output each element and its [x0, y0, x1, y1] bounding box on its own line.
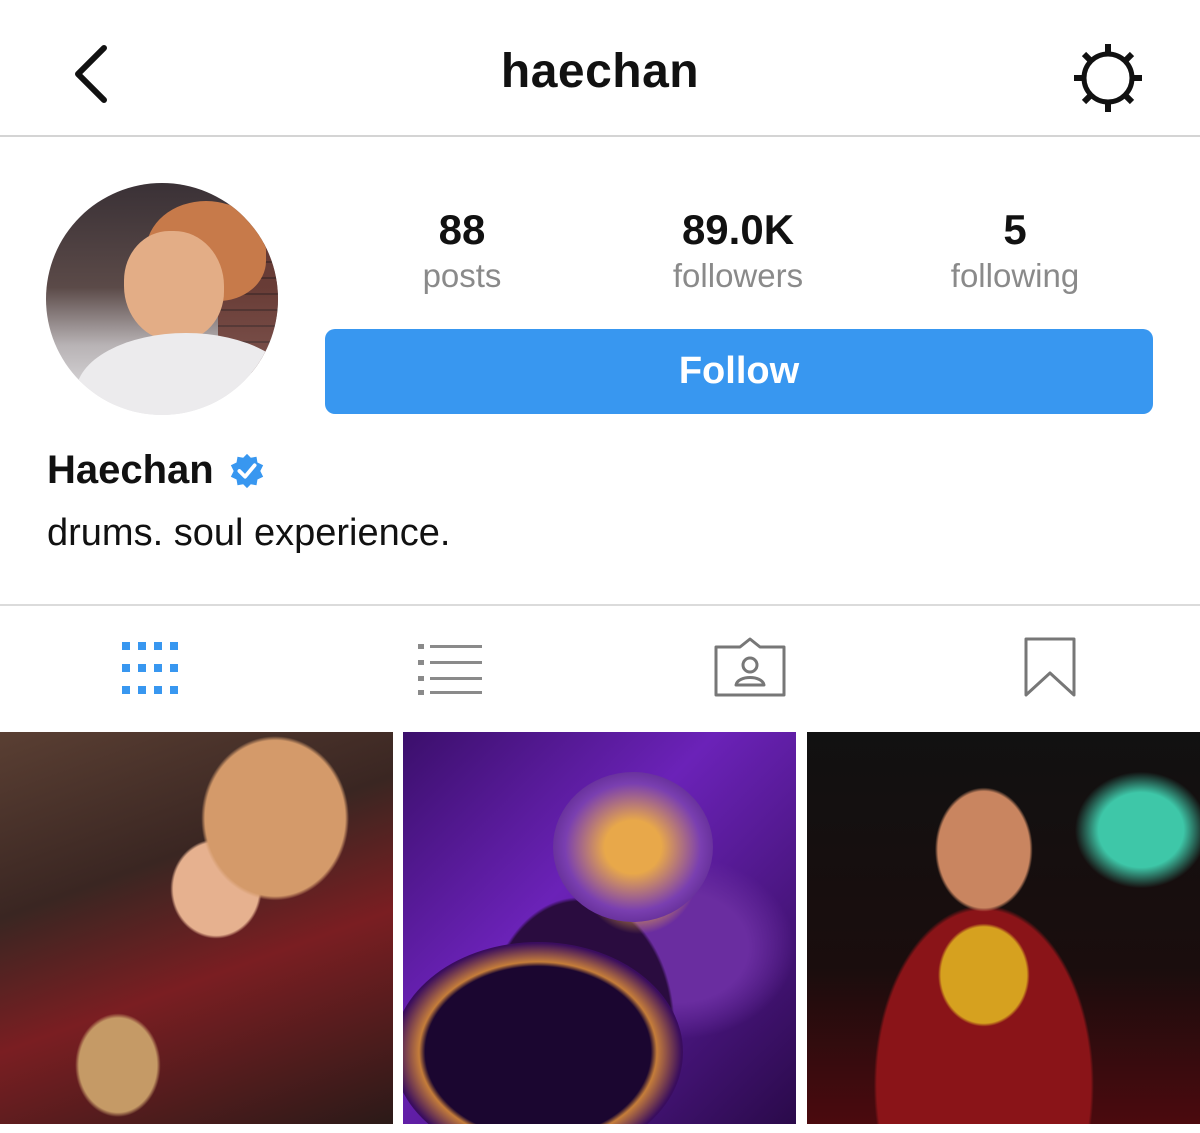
post-thumbnail[interactable]	[0, 732, 393, 1124]
tagged-icon	[714, 637, 786, 697]
tab-saved[interactable]	[900, 606, 1200, 730]
stat-posts[interactable]: 88 posts	[332, 206, 592, 298]
tab-tagged[interactable]	[600, 606, 900, 730]
drum-shape	[553, 772, 713, 922]
post-thumbnail[interactable]	[403, 732, 796, 1124]
verified-badge-icon	[230, 453, 263, 488]
posts-count: 88	[438, 206, 486, 253]
bookmark-icon	[1024, 637, 1076, 697]
stat-following[interactable]: 5 following	[885, 206, 1145, 298]
grid-icon	[122, 642, 178, 694]
tab-list[interactable]	[300, 606, 600, 730]
stat-followers[interactable]: 89.0K followers	[608, 206, 868, 298]
following-label: following	[950, 257, 1080, 294]
profile-bio: drums. soul experience.	[47, 512, 451, 554]
top-navigation-bar: haechan	[0, 0, 1200, 137]
drum-shape	[403, 942, 683, 1124]
display-name: Haechan	[47, 448, 214, 492]
profile-username-title: haechan	[500, 45, 700, 98]
posts-grid	[0, 732, 1200, 1124]
followers-label: followers	[672, 257, 804, 294]
post-thumbnail[interactable]	[807, 732, 1200, 1124]
avatar-shirt	[76, 333, 278, 415]
display-name-row: Haechan	[47, 448, 266, 493]
posts-label: posts	[422, 257, 502, 294]
followers-count: 89.0K	[681, 206, 795, 253]
tab-grid[interactable]	[0, 606, 300, 730]
profile-avatar[interactable]	[46, 183, 278, 415]
settings-button[interactable]	[1070, 40, 1146, 116]
following-count: 5	[1003, 206, 1027, 253]
avatar-face	[124, 231, 224, 341]
follow-button[interactable]: Follow	[325, 329, 1153, 414]
list-icon	[418, 644, 482, 695]
profile-tabs	[0, 604, 1200, 730]
gear-icon	[1074, 44, 1142, 112]
